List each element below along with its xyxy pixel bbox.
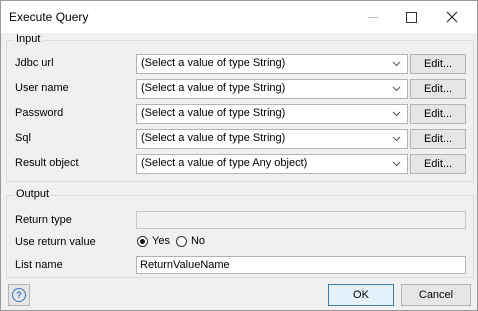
help-button[interactable]: ? bbox=[8, 284, 30, 306]
user-name-select[interactable]: (Select a value of type String) bbox=[136, 79, 408, 99]
minimize-button[interactable] bbox=[356, 1, 390, 33]
use-return-value-radio-group: Yes No bbox=[137, 235, 211, 247]
jdbc-url-select[interactable]: (Select a value of type String) bbox=[136, 54, 408, 74]
execute-query-dialog: Execute Query Input Jdbc url (Select a v… bbox=[0, 0, 478, 311]
result-object-select[interactable]: (Select a value of type Any object) bbox=[136, 154, 408, 174]
button-bar: ? OK Cancel bbox=[1, 281, 477, 310]
jdbc-url-row: Jdbc url (Select a value of type String)… bbox=[7, 54, 473, 74]
close-button[interactable] bbox=[435, 1, 469, 33]
chevron-down-icon bbox=[392, 111, 401, 117]
jdbc-url-edit-button[interactable]: Edit... bbox=[410, 54, 466, 74]
result-object-value: (Select a value of type Any object) bbox=[141, 157, 308, 169]
sql-row: Sql (Select a value of type String) Edit… bbox=[7, 129, 473, 149]
password-edit-button[interactable]: Edit... bbox=[410, 104, 466, 124]
chevron-down-icon bbox=[392, 86, 401, 92]
user-name-label: User name bbox=[15, 82, 69, 94]
return-type-row: Return type bbox=[7, 211, 473, 231]
result-object-edit-button[interactable]: Edit... bbox=[410, 154, 466, 174]
password-select[interactable]: (Select a value of type String) bbox=[136, 104, 408, 124]
use-return-value-label: Use return value bbox=[15, 236, 96, 248]
use-return-value-row: Use return value Yes No bbox=[7, 233, 473, 253]
title-bar: Execute Query bbox=[1, 1, 477, 33]
password-value: (Select a value of type String) bbox=[141, 107, 286, 119]
no-radio-label[interactable]: No bbox=[191, 235, 205, 247]
sql-value: (Select a value of type String) bbox=[141, 132, 286, 144]
maximize-button[interactable] bbox=[394, 1, 428, 33]
return-type-field bbox=[136, 211, 466, 229]
input-legend: Input bbox=[14, 33, 43, 45]
maximize-icon bbox=[405, 11, 417, 23]
password-label: Password bbox=[15, 107, 64, 119]
jdbc-url-value: (Select a value of type String) bbox=[141, 57, 286, 69]
sql-label: Sql bbox=[15, 132, 31, 144]
ok-button[interactable]: OK bbox=[328, 284, 394, 306]
sql-select[interactable]: (Select a value of type String) bbox=[136, 129, 408, 149]
input-group: Input Jdbc url (Select a value of type S… bbox=[6, 33, 474, 182]
chevron-down-icon bbox=[392, 136, 401, 142]
jdbc-url-label: Jdbc url bbox=[15, 57, 54, 69]
list-name-row: List name ReturnValueName bbox=[7, 256, 473, 276]
chevron-down-icon bbox=[392, 161, 401, 167]
output-group: Output Return type Use return value Yes … bbox=[6, 188, 474, 278]
close-icon bbox=[446, 11, 458, 23]
user-name-row: User name (Select a value of type String… bbox=[7, 79, 473, 99]
list-name-field[interactable]: ReturnValueName bbox=[136, 256, 466, 274]
list-name-label: List name bbox=[15, 259, 63, 271]
yes-radio-label[interactable]: Yes bbox=[152, 235, 170, 247]
dialog-title: Execute Query bbox=[9, 10, 89, 24]
password-row: Password (Select a value of type String)… bbox=[7, 104, 473, 124]
list-name-value: ReturnValueName bbox=[140, 259, 230, 271]
user-name-edit-button[interactable]: Edit... bbox=[410, 79, 466, 99]
user-name-value: (Select a value of type String) bbox=[141, 82, 286, 94]
result-object-row: Result object (Select a value of type An… bbox=[7, 154, 473, 174]
output-legend: Output bbox=[14, 188, 52, 200]
minimize-icon bbox=[368, 16, 378, 18]
chevron-down-icon bbox=[392, 61, 401, 67]
help-icon: ? bbox=[12, 288, 26, 302]
no-radio[interactable] bbox=[175, 235, 187, 247]
sql-edit-button[interactable]: Edit... bbox=[410, 129, 466, 149]
yes-radio[interactable] bbox=[137, 235, 148, 247]
return-type-label: Return type bbox=[15, 214, 72, 226]
cancel-button[interactable]: Cancel bbox=[401, 284, 471, 306]
result-object-label: Result object bbox=[15, 157, 79, 169]
